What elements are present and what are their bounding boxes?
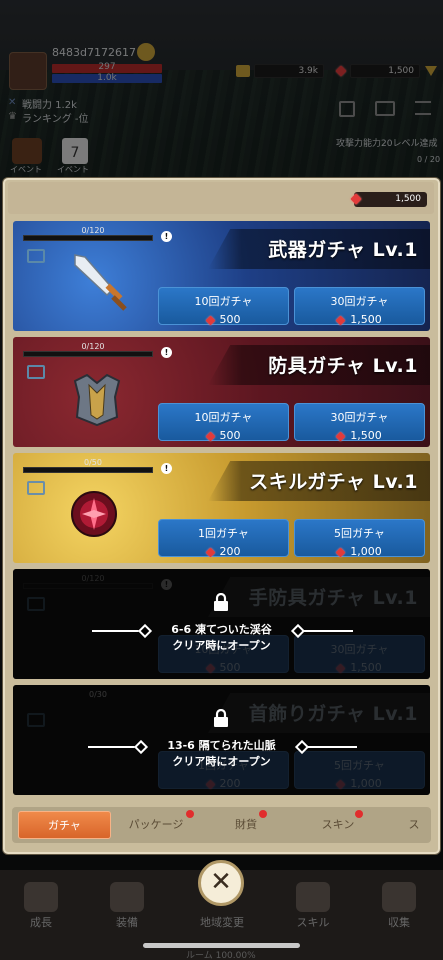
tab-more[interactable]: ス [400,811,428,839]
camera-icon[interactable] [27,365,45,379]
gem-icon [205,315,215,325]
growth-icon [24,882,58,912]
gacha-card-armor: 0/120 ! 防具ガチャ Lv.1 10回ガチャ 500 30回ガチャ 1,500 [13,337,430,447]
armor-icon [73,373,121,427]
nav-growth[interactable]: 成長 [10,878,72,940]
notification-badge [259,810,267,818]
gacha-30-button[interactable]: 30回ガチャ 1,500 [294,287,425,326]
gacha-1-button[interactable]: 1回ガチャ 200 [158,519,289,558]
nav-equipment[interactable]: 装備 [96,878,158,940]
nav-skill[interactable]: スキル [282,878,344,940]
tab-skin[interactable]: スキン [297,811,379,839]
gem-icon [335,547,346,557]
card-title: 防具ガチャ Lv.1 [268,355,418,377]
info-icon[interactable]: ! [161,347,172,358]
gacha-10-button[interactable]: 10回ガチャ 500 [158,287,289,326]
gacha-card-necklace: 0/30 首飾りガチャ Lv.1 1回ガチャ200 5回ガチャ1,000 13-… [13,685,430,795]
progress-bar [23,467,153,473]
nav-collection[interactable]: 収集 [368,878,430,940]
card-title: スキルガチャ Lv.1 [249,471,418,493]
gem-icon [205,547,215,557]
tab-gacha[interactable]: ガチャ [18,811,111,839]
card-title: 武器ガチャ Lv.1 [268,239,418,261]
collection-icon [382,882,416,912]
skill-orb-icon [71,491,117,537]
info-icon[interactable]: ! [161,231,172,242]
tab-currency[interactable]: 財貨 [205,811,287,839]
progress-bar [23,235,153,241]
unlock-condition: 6-6 凍てついた渓谷 [171,623,272,636]
gacha-30-button[interactable]: 30回ガチャ 1,500 [294,403,425,442]
gem-icon [205,431,215,441]
lock-icon [214,709,228,727]
camera-icon[interactable] [27,481,45,495]
progress-label: 0/120 [81,226,105,235]
gem-icon [335,315,346,325]
unlock-condition: クリア時にオープン [172,639,271,652]
lock-icon [214,593,228,611]
gacha-5-button[interactable]: 5回ガチャ 1,000 [294,519,425,558]
gacha-card-gloves: 0/120 ! 手防具ガチャ Lv.1 10回ガチャ500 30回ガチャ1,50… [13,569,430,679]
camera-icon[interactable] [27,249,45,263]
unlock-condition: 13-6 隔てられた山脈 [167,739,276,752]
tab-package[interactable]: パッケージ [115,811,197,839]
info-icon[interactable]: ! [161,463,172,474]
notification-badge [355,810,363,818]
gacha-card-weapon: 0/120 ! 武器ガチャ Lv.1 10回ガチャ 500 30回ガチャ 1,500 [13,221,430,331]
gem-icon [335,431,346,441]
unlock-condition: クリア時にオープン [172,755,271,768]
progress-label: 0/50 [84,458,102,467]
gacha-10-button[interactable]: 10回ガチャ 500 [158,403,289,442]
equipment-icon [110,882,144,912]
footer-text: ルーム 100.00% [186,951,256,960]
gem-balance: 1,500 [354,192,427,207]
sword-icon [74,254,127,311]
notification-badge [186,810,194,818]
progress-bar [23,351,153,357]
gacha-card-skill: 0/50 ! スキルガチャ Lv.1 1回ガチャ 200 5回ガチャ 1,000 [13,453,430,563]
home-indicator[interactable] [143,943,300,948]
skill-icon [296,882,330,912]
progress-label: 0/120 [81,342,105,351]
close-button[interactable]: ✕ [198,860,244,906]
